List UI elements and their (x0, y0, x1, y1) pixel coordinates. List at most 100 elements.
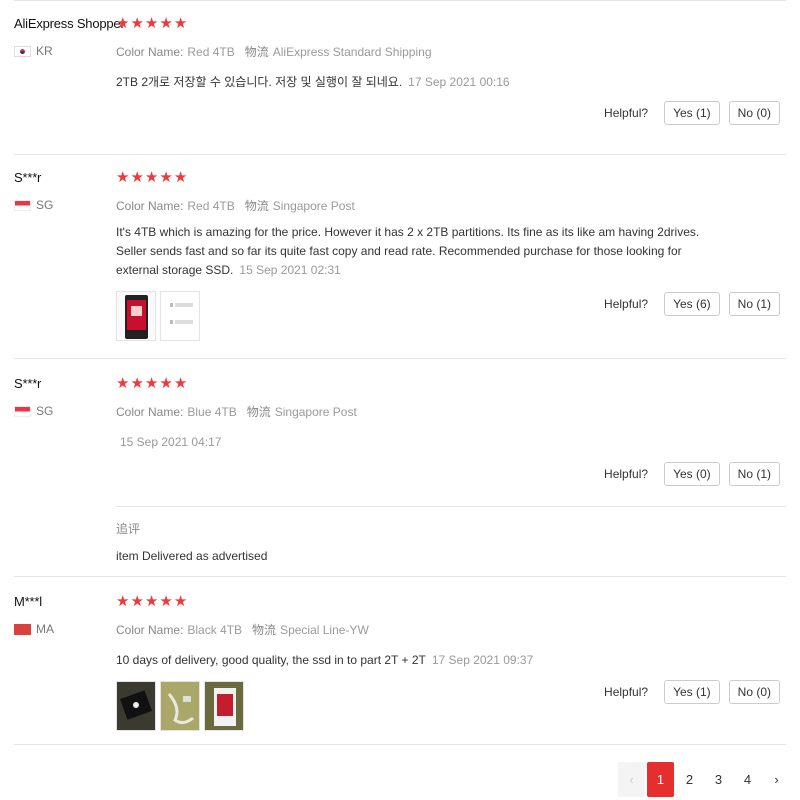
star-icon: ★ (144, 15, 159, 32)
ma-flag-icon (14, 623, 31, 635)
reviewer-name: AliExpress Shopper (14, 16, 125, 31)
top-divider (14, 0, 786, 1)
review-body: ★ ★ ★ ★ ★ Color Name: Blue 4TB 物流 Singapore Pos… (116, 376, 706, 452)
page-1-button[interactable]: 1 (647, 762, 674, 797)
page-3-button[interactable]: 3 (705, 762, 732, 797)
star-icon: ★ (173, 15, 188, 32)
review-content: 2TB 2개로 저장할 수 있습니다. 저장 및 실행이 잘 되네요. (116, 75, 403, 89)
star-icon: ★ (130, 593, 144, 610)
star-icon: ★ (173, 593, 188, 610)
review-photo[interactable] (204, 681, 244, 731)
color-value: Black 4TB (187, 623, 243, 637)
helpful-yes-button[interactable]: Yes (6) (664, 292, 720, 316)
photo-cable-icon (161, 682, 199, 730)
review-text: 10 days of delivery, good quality, the s… (116, 651, 706, 670)
helpful-no-button[interactable]: No (0) (728, 680, 780, 704)
helpful-section: Helpful? Yes (1) No (0) (604, 101, 780, 125)
star-icon: ★ (116, 375, 130, 392)
review-photo[interactable] (116, 681, 156, 731)
country-code: KR (36, 44, 53, 58)
star-icon: ★ (116, 15, 130, 32)
helpful-yes-button[interactable]: Yes (1) (664, 680, 720, 704)
review-item-3: S***r SG ★ ★ ★ ★ ★ Color Name: Blue 4TB 物流 Sing… (14, 376, 786, 577)
star-icon: ★ (159, 15, 173, 32)
review-text: It's 4TB which is amazing for the price.… (116, 223, 706, 280)
pagination: ‹ 1 2 3 4 › (616, 762, 790, 797)
star-icon: ★ (144, 169, 159, 186)
review-photo[interactable] (160, 291, 200, 341)
star-icon: ★ (159, 169, 173, 186)
helpful-label: Helpful? (604, 685, 649, 699)
review-item-2: S***r SG ★ ★ ★ ★ ★ Color Name: Red 4TB 物流 Singa… (14, 170, 786, 359)
shipping-label: 物流 (244, 199, 269, 213)
reviewer-info: S***r SG (14, 170, 114, 212)
photo-ssd-red-icon (117, 292, 155, 340)
country-code: MA (36, 622, 54, 636)
review-text: 2TB 2개로 저장할 수 있습니다. 저장 및 실행이 잘 되네요. 17 Se… (116, 73, 706, 92)
star-icon: ★ (116, 169, 130, 186)
color-label: Color Name: (116, 199, 184, 213)
shipping-label: 物流 (246, 405, 271, 419)
review-body: ★ ★ ★ ★ ★ Color Name: Red 4TB 物流 AliExpress Sta… (116, 16, 706, 92)
reviewer-country: MA (14, 622, 114, 636)
review-meta: Color Name: Red 4TB 物流 Singapore Post (116, 197, 706, 214)
followup-divider (116, 506, 786, 507)
review-text: 15 Sep 2021 04:17 (116, 433, 706, 452)
helpful-section: Helpful? Yes (1) No (0) (604, 680, 780, 704)
color-label: Color Name: (116, 623, 184, 637)
reviewer-info: S***r SG (14, 376, 114, 418)
page-4-button[interactable]: 4 (734, 762, 761, 797)
shipping-value: Singapore Post (274, 405, 357, 419)
color-value: Red 4TB (187, 45, 235, 59)
helpful-yes-button[interactable]: Yes (0) (664, 462, 720, 486)
color-value: Red 4TB (187, 199, 235, 213)
prev-page-button[interactable]: ‹ (618, 762, 645, 797)
followup-label: 追评 (116, 522, 141, 536)
photo-box-icon (205, 682, 243, 730)
review-item-4: M***l MA ★ ★ ★ ★ ★ Color Name: Black 4TB 物流 Spe… (14, 594, 786, 745)
star-icon: ★ (159, 375, 173, 392)
reviewer-name: S***r (14, 170, 42, 185)
reviewer-country: SG (14, 198, 114, 212)
reviewer-name: S***r (14, 376, 42, 391)
star-icon: ★ (173, 375, 188, 392)
star-icon: ★ (116, 593, 130, 610)
review-item-1: AliExpress Shopper KR ★ ★ ★ ★ ★ Color Name: R… (14, 16, 786, 155)
helpful-yes-button[interactable]: Yes (1) (664, 101, 720, 125)
color-value: Blue 4TB (187, 405, 237, 419)
kr-flag-icon (14, 45, 31, 57)
rating-stars: ★ ★ ★ ★ ★ (116, 16, 706, 32)
photo-ssd-dark-icon (117, 682, 155, 730)
helpful-label: Helpful? (604, 106, 649, 120)
helpful-label: Helpful? (604, 467, 649, 481)
next-page-button[interactable]: › (763, 762, 790, 797)
helpful-no-button[interactable]: No (1) (728, 462, 780, 486)
star-icon: ★ (173, 169, 188, 186)
star-icon: ★ (144, 593, 159, 610)
color-label: Color Name: (116, 405, 184, 419)
shipping-value: AliExpress Standard Shipping (272, 45, 432, 59)
reviewer-name: M***l (14, 594, 42, 609)
reviewer-country: SG (14, 404, 114, 418)
review-photo[interactable] (160, 681, 200, 731)
review-meta: Color Name: Black 4TB 物流 Special Line-YW (116, 621, 706, 638)
photo-screenshot-icon (161, 292, 199, 340)
reviewer-info: M***l MA (14, 594, 114, 636)
rating-stars: ★ ★ ★ ★ ★ (116, 594, 706, 610)
country-code: SG (36, 404, 54, 418)
star-icon: ★ (130, 15, 144, 32)
helpful-section: Helpful? Yes (6) No (1) (604, 292, 780, 316)
star-icon: ★ (130, 375, 144, 392)
country-code: SG (36, 198, 54, 212)
review-photo[interactable] (116, 291, 156, 341)
shipping-label: 物流 (252, 623, 277, 637)
rating-stars: ★ ★ ★ ★ ★ (116, 170, 706, 186)
helpful-no-button[interactable]: No (0) (728, 101, 780, 125)
review-date: 15 Sep 2021 02:31 (239, 263, 341, 277)
color-label: Color Name: (116, 45, 184, 59)
review-date: 17 Sep 2021 00:16 (408, 75, 510, 89)
review-content: 10 days of delivery, good quality, the s… (116, 653, 426, 667)
helpful-no-button[interactable]: No (1) (728, 292, 780, 316)
page-2-button[interactable]: 2 (676, 762, 703, 797)
helpful-section: Helpful? Yes (0) No (1) (604, 462, 780, 486)
